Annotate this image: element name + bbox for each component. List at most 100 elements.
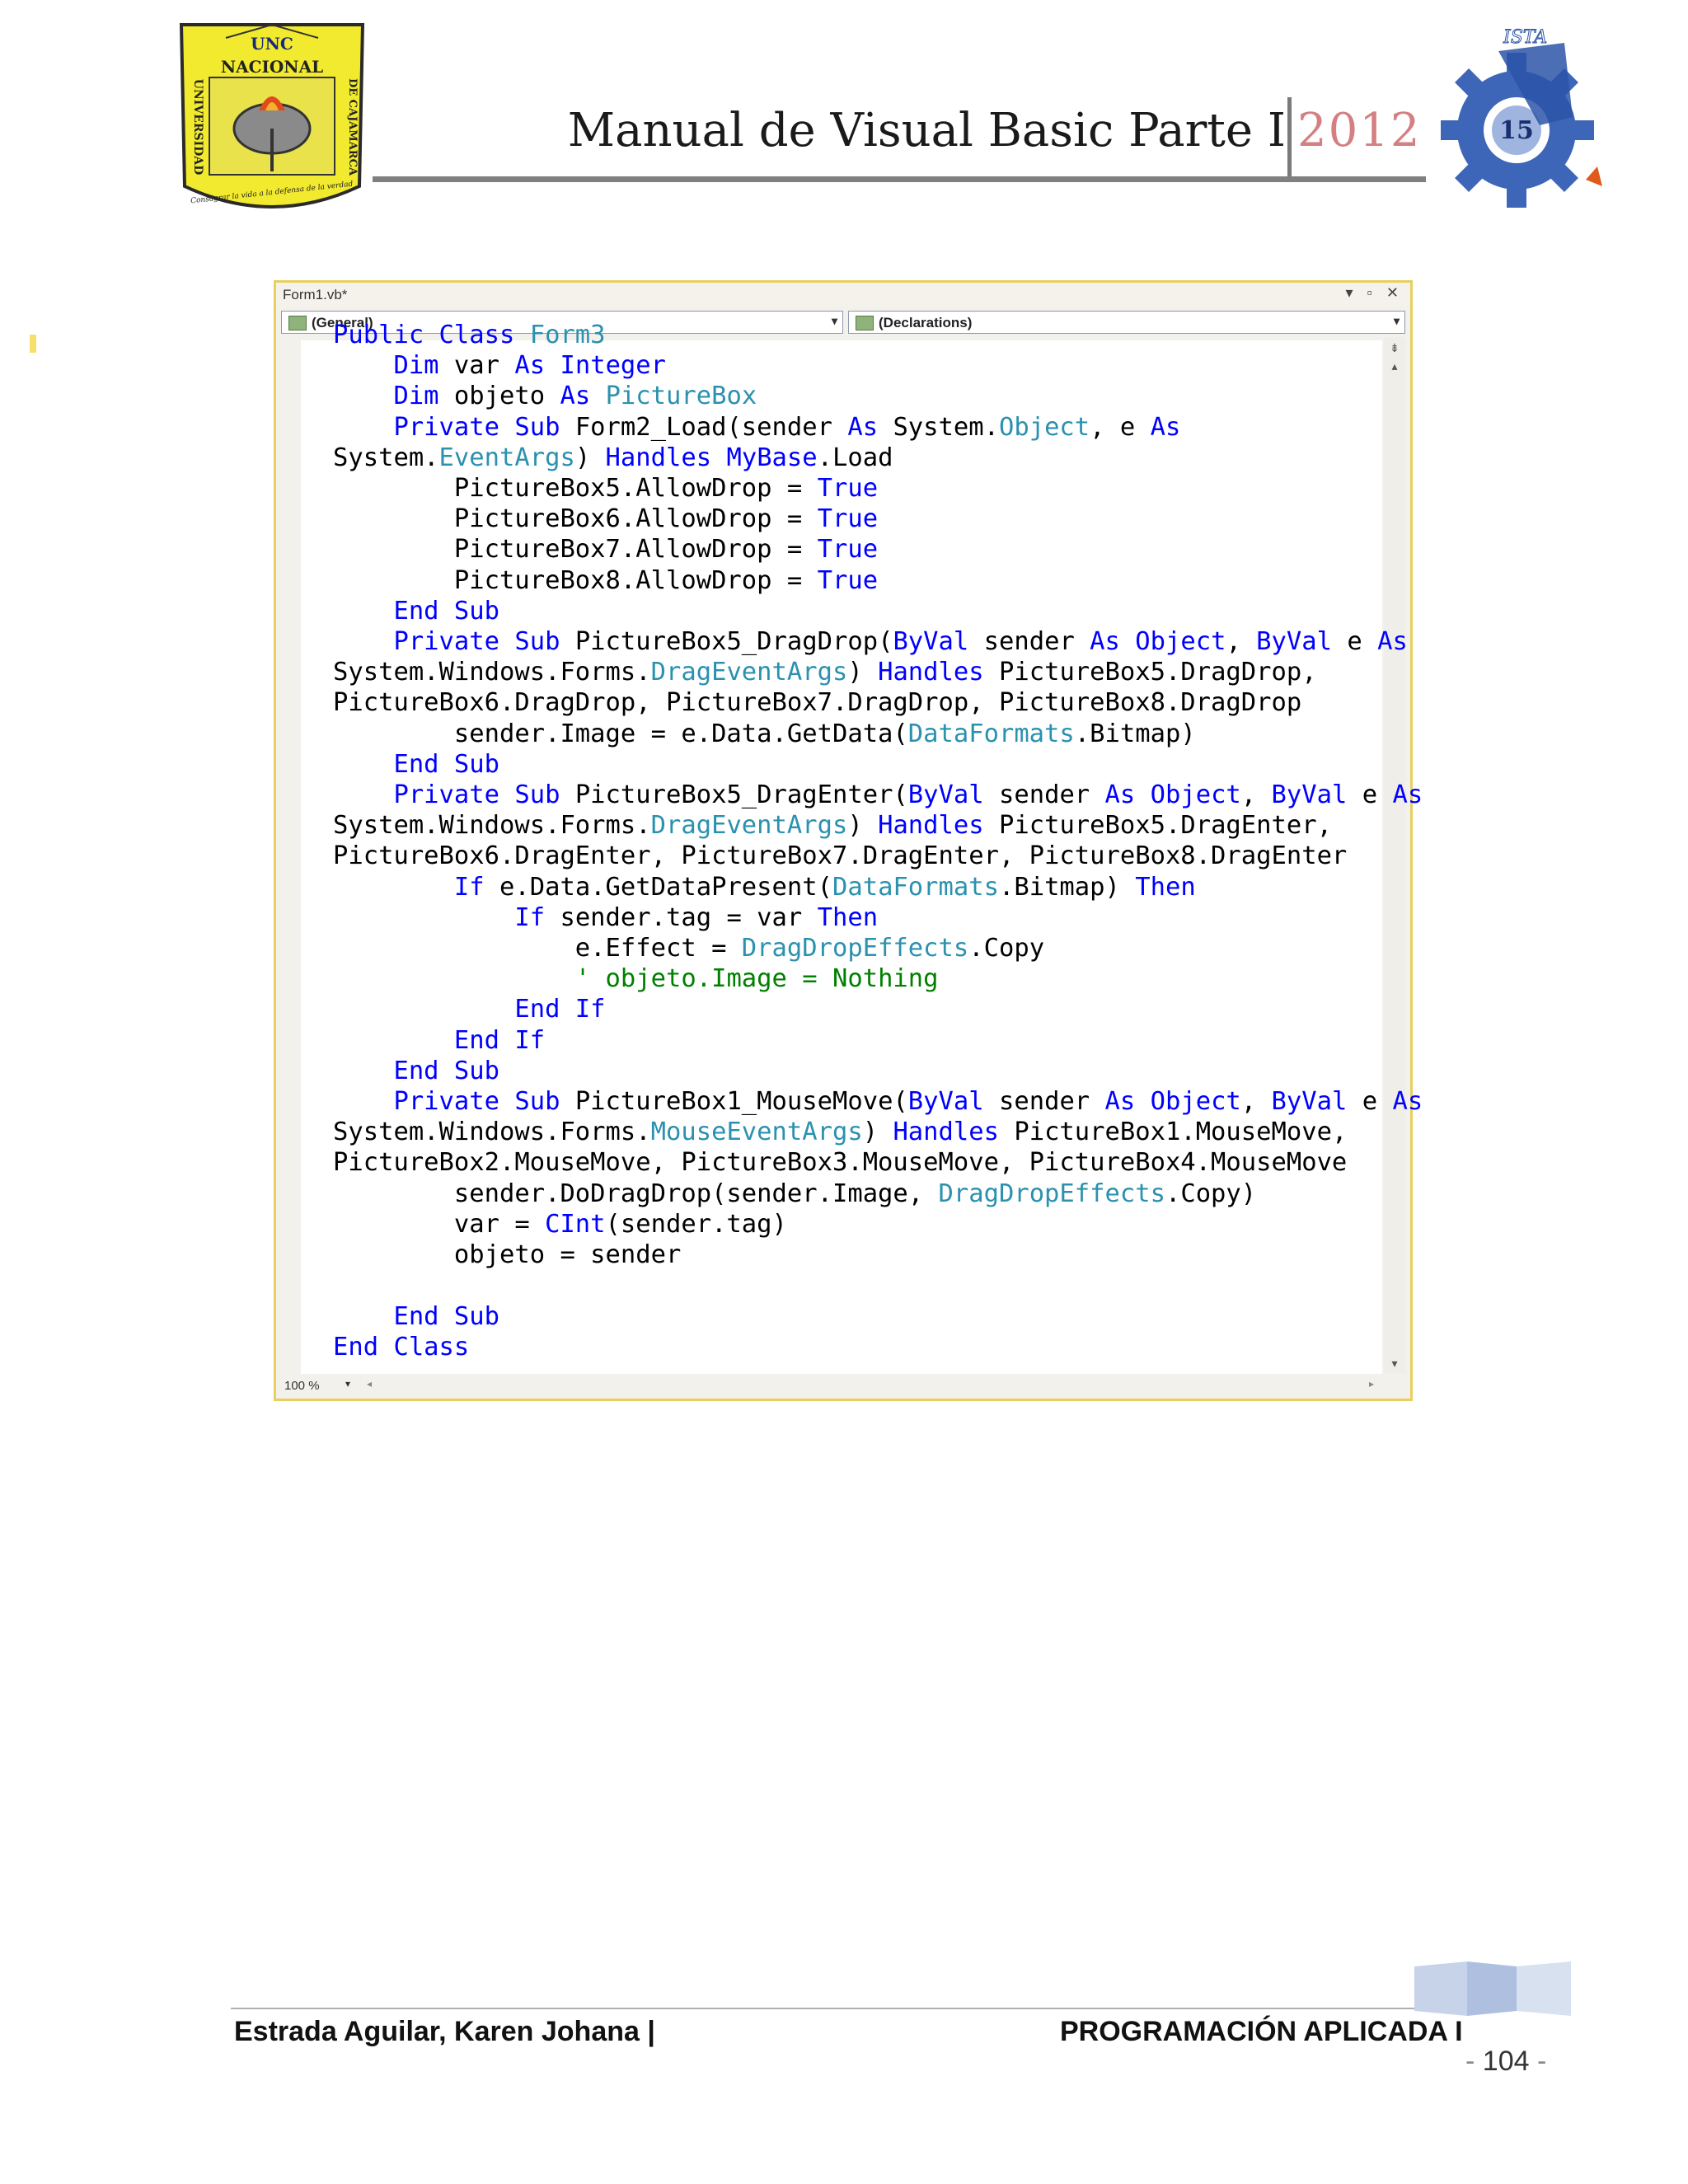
code-block: Public Class Form3 Dim var As Integer Di…	[333, 320, 1423, 1362]
university-logo: UNC NACIONAL UNIVERSIDAD DE CAJAMARCA Co…	[179, 23, 365, 209]
logo-unc-text: UNC	[251, 34, 293, 54]
page-suffix: -	[1529, 2046, 1547, 2077]
logo-cajamarca-text: DE CAJAMARCA	[346, 78, 359, 176]
code-line: End If	[333, 1026, 545, 1055]
code-keyword: As	[847, 412, 879, 442]
code-keyword: Handles	[878, 811, 984, 841]
code-text: System.	[333, 443, 439, 472]
code-line: System.Windows.Forms.MouseEventArgs) Han…	[333, 1118, 1347, 1146]
zoom-level[interactable]: 100 %	[284, 1379, 320, 1393]
code-keyword: As Object	[1104, 780, 1241, 810]
code-text: PictureBox5.DragEnter,	[983, 811, 1332, 841]
window-controls[interactable]: ▾ ▫ ✕	[1346, 284, 1404, 302]
class-icon	[288, 316, 307, 330]
code-text: PictureBox6.AllowDrop =	[333, 504, 818, 534]
code-type: DataFormats	[832, 872, 999, 902]
code-keyword: Private Sub	[393, 780, 560, 810]
code-keyword: As	[1150, 412, 1181, 442]
code-keyword: End Sub	[393, 749, 499, 779]
footer-ribbon-decoration	[1414, 1961, 1571, 2016]
code-keyword: ByVal	[1256, 627, 1332, 657]
code-line: PictureBox6.AllowDrop = True	[333, 504, 878, 533]
code-line: sender.Image = e.Data.GetData(DataFormat…	[333, 719, 1196, 748]
code-type: PictureBox	[605, 382, 757, 411]
code-line: PictureBox7.AllowDrop = True	[333, 535, 878, 564]
code-line: Private Sub Form2_Load(sender As System.…	[333, 413, 1180, 442]
code-keyword: Handles	[605, 443, 712, 472]
code-line: End Sub	[333, 1057, 499, 1085]
code-type: DragEventArgs	[650, 811, 848, 841]
zoom-dropdown-icon[interactable]: ▾	[345, 1378, 350, 1390]
code-text: PictureBox5.AllowDrop =	[333, 474, 818, 504]
code-text: System.Windows.Forms.	[333, 1118, 651, 1147]
code-line: PictureBox6.DragDrop, PictureBox7.DragDr…	[333, 688, 1301, 717]
code-text: objeto	[438, 382, 560, 411]
file-tab[interactable]: Form1.vb*	[283, 287, 347, 303]
code-keyword: As Object	[1104, 1087, 1241, 1117]
page-number-value: 104	[1482, 2046, 1530, 2077]
logo-universidad-text: UNIVERSIDAD	[191, 79, 204, 176]
code-text: sender	[983, 780, 1105, 810]
code-keyword: As	[1377, 627, 1408, 657]
code-type: DragEventArgs	[650, 658, 848, 687]
code-type: DragDropEffects	[741, 934, 969, 963]
logo-ista-text: ISTA	[1503, 27, 1547, 48]
code-text: PictureBox5_DragDrop(	[560, 627, 893, 657]
code-type: Object	[998, 412, 1090, 442]
code-keyword: True	[817, 474, 879, 504]
code-line: ' objeto.Image = Nothing	[333, 964, 939, 993]
code-text: )	[862, 1118, 893, 1147]
code-type: DataFormats	[907, 719, 1075, 748]
code-text: PictureBox1_MouseMove(	[560, 1087, 908, 1117]
code-text: sender	[983, 1087, 1105, 1117]
scroll-right-icon[interactable]: ▸	[1369, 1378, 1374, 1390]
code-line: e.Effect = DragDropEffects.Copy	[333, 934, 1044, 963]
code-line: Dim objeto As PictureBox	[333, 382, 757, 410]
code-text: )	[574, 443, 606, 472]
code-type: EventArgs	[438, 443, 575, 472]
code-keyword: Private Sub	[393, 1087, 560, 1117]
code-keyword: If	[514, 902, 546, 932]
code-text: .Copy)	[1165, 1179, 1257, 1208]
code-type: MouseEventArgs	[650, 1118, 863, 1147]
code-text: System.	[878, 412, 999, 442]
code-text: e	[1332, 627, 1378, 657]
code-text: )	[847, 811, 879, 841]
code-keyword: ByVal	[1271, 1087, 1348, 1117]
code-type: Form3	[529, 321, 606, 349]
code-line: PictureBox5.AllowDrop = True	[333, 474, 878, 503]
code-text: e.Data.GetDataPresent(	[484, 872, 832, 902]
document-title: Manual de Visual Basic Parte I	[567, 104, 1286, 157]
code-text: e	[1347, 780, 1393, 810]
code-keyword: Private Sub	[393, 412, 560, 442]
code-keyword: As	[1392, 780, 1423, 810]
code-comment: ' objeto.Image = Nothing	[574, 964, 939, 994]
code-line: Public Class Form3	[333, 321, 606, 349]
code-keyword: Dim	[393, 382, 439, 411]
logo-nacional-text: NACIONAL	[221, 57, 323, 77]
scroll-left-icon[interactable]: ◂	[367, 1378, 372, 1390]
code-text: )	[847, 658, 879, 687]
code-text: PictureBox6.DragEnter, PictureBox7.DragE…	[333, 841, 1348, 871]
code-keyword: As	[1392, 1087, 1423, 1117]
code-text: ,	[1240, 780, 1272, 810]
code-line: PictureBox2.MouseMove, PictureBox3.Mouse…	[333, 1148, 1347, 1177]
header-rule	[373, 176, 1426, 182]
code-line: Dim var As Integer	[333, 351, 666, 380]
code-keyword: As	[514, 351, 546, 381]
code-line: End Sub	[333, 750, 499, 779]
code-keyword: If	[453, 872, 485, 902]
